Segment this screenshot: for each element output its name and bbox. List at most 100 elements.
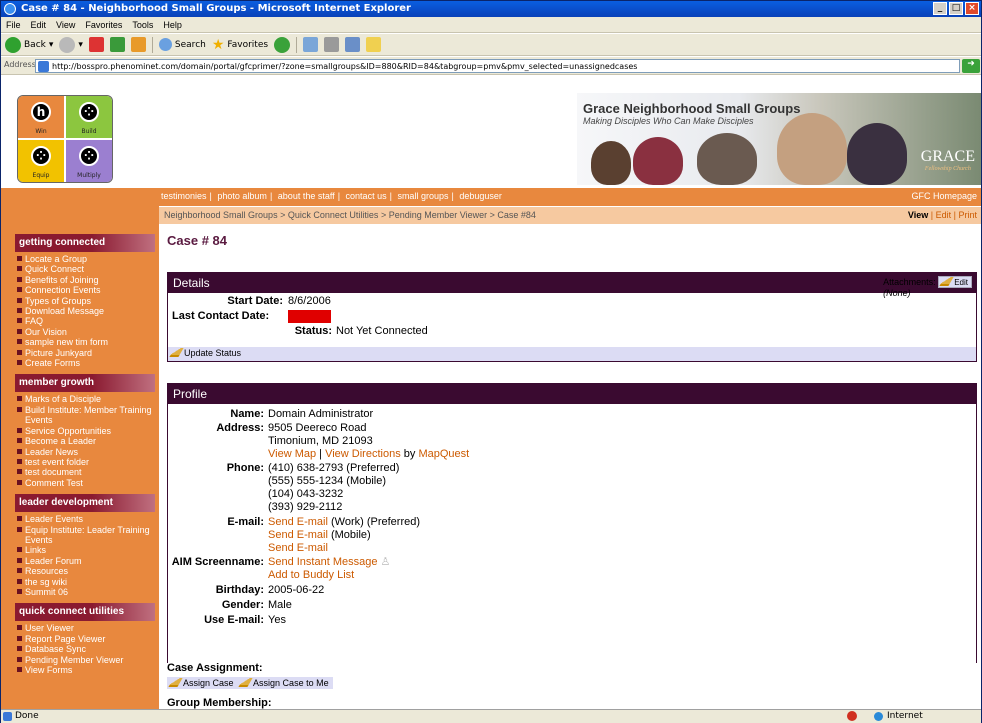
toolbar: Back ▾ ▾ Search ★ Favorites xyxy=(1,34,981,56)
browser-window: Case # 84 - Neighborhood Small Groups - … xyxy=(0,0,982,723)
sidebar-item[interactable]: Summit 06 xyxy=(17,587,159,597)
sidebar-item[interactable]: Database Sync xyxy=(17,644,159,654)
sidebar-item[interactable]: Marks of a Disciple xyxy=(17,394,159,404)
back-arrow-icon xyxy=(5,36,21,53)
print-icon[interactable] xyxy=(324,37,340,52)
home-icon[interactable] xyxy=(130,37,146,52)
sidebar-item[interactable]: Picture Junkyard xyxy=(17,348,159,358)
aim-icon: ♙ xyxy=(380,556,391,568)
sidebar-item[interactable]: Download Message xyxy=(17,306,159,316)
edit-page-icon[interactable] xyxy=(345,37,361,52)
sidebar-item[interactable]: Connection Events xyxy=(17,285,159,295)
forward-button[interactable]: ▾ xyxy=(59,36,83,53)
nav-gfc-homepage[interactable]: GFC Homepage xyxy=(911,191,977,201)
sidebar-item[interactable]: Resources xyxy=(17,566,159,576)
sidebar: getting connected Locate a Group Quick Co… xyxy=(1,206,159,709)
view-directions-link[interactable]: View Directions xyxy=(325,448,401,460)
sidebar-item[interactable]: Equip Institute: Leader Training Events xyxy=(17,525,159,546)
assign-case-to-me-button[interactable]: Assign Case to Me xyxy=(238,678,329,688)
sidebar-item[interactable]: Report Page Viewer xyxy=(17,634,159,644)
maximize-button[interactable]: □ xyxy=(949,2,963,15)
security-icon xyxy=(847,711,857,721)
view-link[interactable]: View xyxy=(908,210,928,220)
view-map-link[interactable]: View Map xyxy=(268,448,316,460)
favorites-button[interactable]: ★ Favorites xyxy=(212,37,268,53)
menu-help[interactable]: Help xyxy=(163,20,182,32)
internet-zone-icon xyxy=(874,712,883,721)
pencil-icon xyxy=(939,277,954,286)
breadcrumb-item[interactable]: Quick Connect Utilities xyxy=(288,210,379,220)
close-button[interactable]: × xyxy=(965,2,979,15)
sidebar-item[interactable]: Build Institute: Member Training Events xyxy=(17,405,159,426)
sidebar-item[interactable]: User Viewer xyxy=(17,623,159,633)
sidebar-item[interactable]: Pending Member Viewer xyxy=(17,655,159,665)
window-title: Case # 84 - Neighborhood Small Groups - … xyxy=(21,3,411,14)
history-icon[interactable] xyxy=(274,36,291,53)
back-button[interactable]: Back ▾ xyxy=(5,36,53,53)
menu-edit[interactable]: Edit xyxy=(31,20,47,32)
edit-link[interactable]: Edit xyxy=(936,210,952,220)
sidebar-item[interactable]: Leader News xyxy=(17,447,159,457)
nav-photo-album[interactable]: photo album xyxy=(217,191,267,201)
menu-view[interactable]: View xyxy=(56,20,75,32)
case-assignment: Case Assignment: Assign Case Assign Case… xyxy=(167,662,333,709)
attachments-edit-button[interactable]: Edit xyxy=(938,276,972,288)
sidebar-item[interactable]: Leader Events xyxy=(17,514,159,524)
nav-small-groups[interactable]: small groups xyxy=(397,191,448,201)
ie-icon xyxy=(4,3,16,15)
refresh-icon[interactable] xyxy=(109,37,125,52)
sidebar-item[interactable]: Benefits of Joining xyxy=(17,275,159,285)
menu-tools[interactable]: Tools xyxy=(132,20,153,32)
go-button[interactable]: ➜ xyxy=(962,59,980,73)
sidebar-item[interactable]: Service Opportunities xyxy=(17,426,159,436)
sidebar-item[interactable]: the sg wiki xyxy=(17,577,159,587)
sidebar-item[interactable]: View Forms xyxy=(17,665,159,675)
send-im-link[interactable]: Send Instant Message xyxy=(268,556,377,568)
details-panel: Details Start Date: 8/6/2006 Last Contact… xyxy=(167,272,977,362)
sidebar-item[interactable]: sample new tim form xyxy=(17,337,159,347)
mail-icon[interactable] xyxy=(303,37,319,52)
sidebar-item[interactable]: Our Vision xyxy=(17,327,159,337)
sidebar-item[interactable]: Leader Forum xyxy=(17,556,159,566)
send-email-link[interactable]: Send E-mail xyxy=(268,516,328,528)
update-status-button[interactable]: Update Status xyxy=(168,347,976,361)
nav-testimonies[interactable]: testimonies xyxy=(161,191,207,201)
add-buddy-link[interactable]: Add to Buddy List xyxy=(268,569,354,581)
menu-file[interactable]: File xyxy=(6,20,21,32)
group-membership-heading: Group Membership: xyxy=(167,697,272,709)
print-link[interactable]: Print xyxy=(958,210,977,220)
sidebar-item[interactable]: Create Forms xyxy=(17,358,159,368)
breadcrumb-item[interactable]: Pending Member Viewer xyxy=(389,210,487,220)
address-input[interactable]: http://bosspro.phenominet.com/domain/por… xyxy=(35,59,960,73)
attachments: Attachments: Edit (None) xyxy=(883,276,972,298)
status-value: Not Yet Connected xyxy=(336,325,428,337)
web-page: h Win ⁘ Build ⁘ Equip ⁘ Multiply Grace N… xyxy=(1,76,981,709)
send-email-link[interactable]: Send E-mail xyxy=(268,542,328,554)
sidebar-item[interactable]: FAQ xyxy=(17,316,159,326)
nav-about-staff[interactable]: about the staff xyxy=(278,191,335,201)
site-logo[interactable]: h Win ⁘ Build ⁘ Equip ⁘ Multiply xyxy=(17,95,113,183)
banner-subtitle: Making Disciples Who Can Make Disciples xyxy=(583,116,754,126)
breadcrumb-item[interactable]: Neighborhood Small Groups xyxy=(164,210,278,220)
pencil-icon xyxy=(168,678,183,687)
assign-case-button[interactable]: Assign Case xyxy=(168,678,234,688)
sidebar-item[interactable]: test document xyxy=(17,467,159,477)
sidebar-item[interactable]: Locate a Group xyxy=(17,254,159,264)
sidebar-item[interactable]: Types of Groups xyxy=(17,296,159,306)
stop-icon[interactable] xyxy=(88,37,104,52)
sidebar-item[interactable]: Comment Test xyxy=(17,478,159,488)
search-button[interactable]: Search xyxy=(158,38,206,51)
sidebar-item[interactable]: Links xyxy=(17,545,159,555)
mapquest-link[interactable]: MapQuest xyxy=(418,448,469,460)
send-email-link[interactable]: Send E-mail xyxy=(268,529,328,541)
page-title: Case # 84 xyxy=(167,233,227,248)
nav-debuguser[interactable]: debuguser xyxy=(459,191,502,201)
minimize-button[interactable]: _ xyxy=(933,2,947,15)
folder-icon[interactable] xyxy=(366,37,382,52)
status-bar: Done Internet xyxy=(1,709,981,723)
nav-contact-us[interactable]: contact us xyxy=(346,191,387,201)
menu-favorites[interactable]: Favorites xyxy=(85,20,122,32)
sidebar-item[interactable]: Become a Leader xyxy=(17,436,159,446)
sidebar-item[interactable]: test event folder xyxy=(17,457,159,467)
sidebar-item[interactable]: Quick Connect xyxy=(17,264,159,274)
